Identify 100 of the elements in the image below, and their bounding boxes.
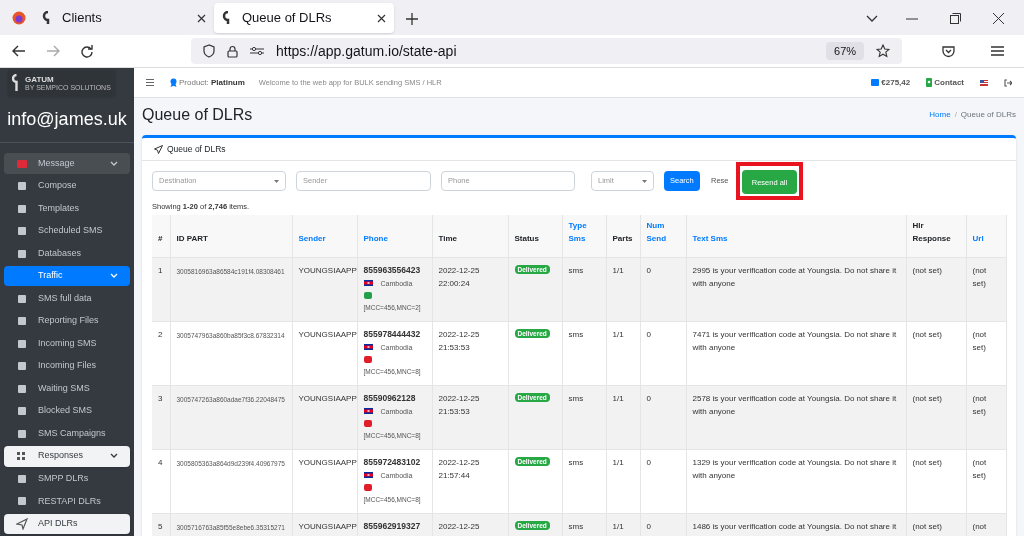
menu-item-icon — [16, 495, 28, 508]
zoom-level[interactable]: 67% — [826, 41, 865, 61]
dropdown-caret-icon — [274, 179, 279, 183]
date-text: 2022-12-25 — [438, 392, 481, 405]
menu-item-icon — [16, 360, 28, 373]
table-cell: 1/1 — [606, 385, 640, 449]
flag-icon — [363, 408, 373, 414]
column-header: ID PART — [170, 215, 292, 257]
table-cell: 0 — [640, 257, 686, 321]
restore-icon[interactable] — [950, 13, 961, 24]
browser-tab[interactable]: Clients — [34, 3, 214, 33]
bookmark-star-icon[interactable] — [876, 44, 891, 58]
table-cell: 1/1 — [606, 257, 640, 321]
breadcrumb-link[interactable]: Home — [929, 109, 951, 121]
sidebar-item[interactable]: Compose — [4, 175, 130, 197]
message-text: 2995 is your verification code at Youngsia. Do not share it with anyone — [686, 257, 906, 321]
time-text: 21:57:44 — [438, 469, 471, 482]
brand-name: GATUM — [25, 75, 55, 84]
table-cell: (not set) — [906, 257, 966, 321]
table-cell: (not — [966, 513, 1006, 536]
close-icon — [197, 13, 206, 23]
flag-icon — [363, 280, 373, 286]
sidebar-item[interactable]: Incoming SMS — [4, 333, 130, 354]
menu-item-icon — [16, 315, 28, 328]
column-header[interactable]: Url — [966, 215, 1006, 257]
column-header[interactable]: Sender — [292, 215, 357, 257]
sidebar-item[interactable]: SMS Campaigns — [4, 423, 130, 444]
dropdown-caret-icon — [642, 179, 647, 183]
sidebar-item[interactable]: Templates — [4, 198, 130, 219]
message-text: 1329 is your verification code at Youngsia. Do not share it with anyone — [686, 449, 906, 513]
tab-list-icon[interactable] — [866, 15, 878, 23]
table-cell: YOUNGSIAAPP — [292, 385, 357, 449]
sidebar-item[interactable]: Incoming Files — [4, 355, 130, 377]
table-cell: (not set) — [966, 321, 1006, 385]
close-icon — [377, 13, 386, 23]
table-cell: YOUNGSIAAPP — [292, 513, 357, 536]
new-tab-icon[interactable] — [406, 13, 418, 25]
flag-icon — [363, 344, 373, 350]
table-cell: (not set) — [906, 449, 966, 513]
column-header[interactable]: Type Sms — [562, 215, 606, 257]
table-cell: YOUNGSIAAPP — [292, 257, 357, 321]
sidebar-item[interactable]: API DLRs — [4, 513, 130, 535]
browser-tab[interactable]: Queue of DLRs — [214, 3, 394, 33]
message-text: 1486 is your verification code at Youngsia. Do not share it — [686, 513, 906, 536]
column-header: # — [152, 215, 170, 257]
column-header[interactable]: Phone — [357, 215, 432, 257]
table-cell: sms — [562, 257, 606, 321]
sidebar-item[interactable]: Message — [4, 153, 130, 174]
pocket-icon[interactable] — [942, 44, 956, 58]
sidebar-item[interactable]: Responses — [4, 446, 130, 467]
column-header: Hlr Response — [906, 215, 966, 257]
sidebar-item[interactable]: SMPP DLRs — [4, 468, 130, 489]
table-cell: (not set) — [906, 513, 966, 536]
column-header: Parts — [606, 215, 640, 257]
grid-icon — [16, 450, 28, 463]
sidebar-item[interactable]: Traffic — [4, 265, 130, 287]
table-cell: (not set) — [966, 257, 1006, 321]
menu-icon[interactable] — [146, 79, 154, 86]
menu-item-icon — [16, 337, 28, 350]
sidebar-item[interactable]: Reporting Files — [4, 310, 130, 332]
back-icon[interactable] — [12, 45, 26, 57]
table-cell: sms — [562, 321, 606, 385]
sidebar-item[interactable]: Waiting SMS — [4, 378, 130, 399]
column-header[interactable]: Text Sms — [686, 215, 906, 257]
product-label: Product: Platinum — [179, 76, 245, 89]
logout-icon[interactable] — [1004, 78, 1012, 87]
sidebar-item[interactable]: Databases — [4, 243, 130, 264]
table-cell: 0 — [640, 385, 686, 449]
award-icon — [170, 78, 177, 87]
contact-link[interactable]: Contact — [934, 76, 964, 89]
table-cell: 4 — [152, 449, 170, 513]
breadcrumb-separator: / — [954, 109, 957, 121]
phone-number: 855978444432 — [363, 327, 422, 341]
close-icon[interactable] — [993, 13, 1004, 24]
contact-card-icon — [926, 78, 933, 87]
table-cell: 0 — [640, 449, 686, 513]
send-icon — [154, 144, 163, 154]
column-header[interactable]: Num Send — [640, 215, 686, 257]
menu-item-icon — [16, 180, 28, 193]
reload-icon[interactable] — [79, 44, 93, 58]
url-text[interactable]: https://app.gatum.io/state-api — [275, 40, 814, 62]
date-text: 2022-12-25 — [438, 520, 481, 533]
sidebar-item[interactable]: Blocked SMS — [4, 400, 130, 422]
flag-icon — [363, 472, 373, 478]
sidebar-item[interactable]: SMS full data — [4, 288, 130, 309]
shield-icon — [202, 44, 215, 58]
permissions-icon — [249, 46, 264, 56]
message-text: 2578 is your verification code at Youngsia. Do not share it with anyone — [686, 385, 906, 449]
flag-icon[interactable] — [980, 79, 988, 86]
table-cell: sms — [562, 385, 606, 449]
table-cell: 0 — [640, 513, 686, 536]
menu-item-icon — [16, 202, 28, 215]
sidebar-item[interactable]: Scheduled SMS — [4, 220, 130, 242]
column-header: Time — [432, 215, 508, 257]
menu-icon[interactable] — [991, 46, 1004, 56]
balance[interactable]: €275,42 — [881, 76, 911, 89]
sidebar-item[interactable]: RESTAPI DLRs — [4, 491, 130, 512]
menu-item-icon — [16, 247, 28, 260]
table-cell: sms — [562, 513, 606, 536]
table-cell: 5 — [152, 513, 170, 536]
